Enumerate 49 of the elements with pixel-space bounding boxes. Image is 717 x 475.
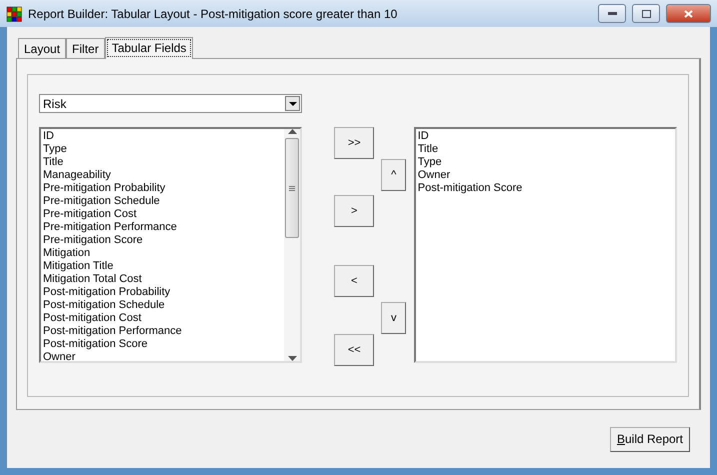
build-report-button[interactable]: Build Report (610, 426, 690, 452)
minimize-button[interactable] (598, 4, 626, 23)
list-item[interactable]: Manageability (43, 169, 282, 182)
selected-fields-list[interactable]: ID Title Type Owner Post-mitigation Score (414, 127, 677, 363)
list-item[interactable]: Pre-mitigation Probability (43, 182, 282, 195)
list-item[interactable]: Post-mitigation Cost (43, 312, 282, 325)
list-item[interactable]: Post-mitigation Score (418, 182, 673, 195)
list-item[interactable]: Pre-mitigation Schedule (43, 195, 282, 208)
maximize-icon (642, 10, 650, 18)
list-item[interactable]: Mitigation (43, 247, 282, 260)
list-item[interactable]: Pre-mitigation Score (43, 234, 282, 247)
move-up-button[interactable]: ^ (381, 159, 406, 191)
close-button[interactable] (666, 4, 711, 23)
list-item[interactable]: Title (43, 156, 282, 169)
list-item[interactable]: ID (43, 130, 282, 143)
list-item[interactable]: Title (418, 143, 673, 156)
scrollbar[interactable] (284, 129, 300, 361)
list-item[interactable]: Mitigation Total Cost (43, 273, 282, 286)
list-item[interactable]: Post-mitigation Performance (43, 325, 282, 338)
source-dropdown[interactable]: Risk (39, 94, 302, 113)
available-fields-list[interactable] (39, 127, 302, 363)
add-all-button[interactable]: >> (334, 127, 374, 159)
list-item[interactable]: Owner (43, 351, 282, 361)
tab[interactable]: Filter (66, 38, 105, 58)
scroll-down-icon[interactable] (288, 356, 297, 361)
remove-button[interactable]: < (334, 265, 374, 297)
dropdown-arrow-icon (288, 102, 296, 106)
list-item[interactable]: Pre-mitigation Cost (43, 208, 282, 221)
scroll-up-icon[interactable] (288, 129, 297, 134)
list-item[interactable]: Post-mitigation Schedule (43, 299, 282, 312)
tab[interactable]: Layout (18, 38, 66, 58)
move-down-button[interactable]: v (381, 302, 406, 334)
list-item[interactable]: ID (418, 130, 673, 143)
minimize-icon (608, 12, 616, 15)
list-item[interactable]: Post-mitigation Score (43, 338, 282, 351)
list-item[interactable]: Mitigation Title (43, 260, 282, 273)
close-icon (684, 10, 693, 18)
remove-all-button[interactable]: << (334, 334, 374, 366)
window-title: Report Builder: Tabular Layout - Post-mitigation score greater than 10 (28, 6, 398, 20)
maximize-button[interactable] (632, 4, 660, 23)
list-item[interactable]: Type (43, 143, 282, 156)
app-icon (6, 6, 22, 22)
list-item[interactable]: Owner (418, 169, 673, 182)
tab[interactable]: Tabular Fields (104, 37, 194, 59)
list-item[interactable]: Post-mitigation Probability (43, 286, 282, 299)
grip-icon (289, 186, 296, 190)
list-item[interactable]: Type (418, 156, 673, 169)
add-button[interactable]: > (334, 195, 374, 227)
list-item[interactable]: Pre-mitigation Performance (43, 221, 282, 234)
